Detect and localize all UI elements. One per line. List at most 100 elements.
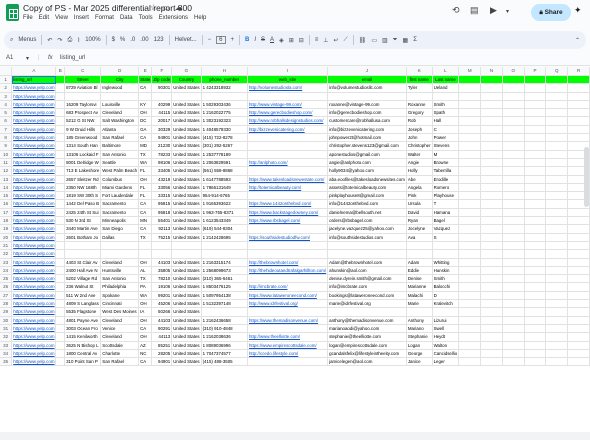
cell[interactable]: OH <box>138 316 153 325</box>
cell[interactable] <box>458 249 482 259</box>
cell[interactable]: Huntsville <box>100 266 140 276</box>
functions-icon[interactable]: Σ <box>413 37 417 43</box>
cell[interactable]: MN <box>138 216 153 226</box>
cell[interactable]: David <box>406 208 433 218</box>
cell[interactable] <box>545 241 569 251</box>
cell[interactable] <box>458 307 482 317</box>
cell[interactable] <box>502 175 525 184</box>
cell[interactable]: marianoaodi@yahoo.com <box>327 324 407 334</box>
cell[interactable] <box>327 307 407 317</box>
cell[interactable] <box>55 357 66 367</box>
zoom-select[interactable]: 100% <box>85 37 100 43</box>
cell[interactable] <box>55 349 66 359</box>
cell[interactable]: https://www.yelp.com <box>11 324 57 334</box>
cell[interactable]: CA <box>138 224 153 234</box>
column-header-f[interactable]: F <box>151 67 173 76</box>
cell[interactable]: United States <box>171 341 202 350</box>
cell[interactable] <box>55 100 66 110</box>
cell[interactable] <box>171 249 202 259</box>
borders-icon[interactable]: ⊞ <box>289 37 294 44</box>
cell[interactable]: https://www.takesloadsnewestate.com/ <box>247 175 329 184</box>
cell[interactable]: https://www.yelp.com <box>11 133 57 143</box>
cell[interactable]: https://www.yelp.com <box>11 341 57 350</box>
cell[interactable] <box>567 116 590 126</box>
cell[interactable]: 4801 Payne Ave <box>64 316 102 325</box>
row-header[interactable]: 28 <box>0 299 13 309</box>
star-icon[interactable]: ☆ <box>150 3 157 12</box>
cell[interactable]: 4403 St Clair Av <box>64 258 102 267</box>
cell[interactable] <box>480 324 503 334</box>
cell[interactable]: United States <box>171 175 202 184</box>
cell[interactable] <box>458 116 482 126</box>
cell[interactable]: bookings@lataweroneecond.com <box>327 291 407 301</box>
cell[interactable] <box>545 324 569 334</box>
cell[interactable] <box>406 249 433 259</box>
cell[interactable] <box>567 307 590 317</box>
cell[interactable]: Tyler <box>406 83 433 93</box>
cell[interactable] <box>480 316 503 325</box>
cell[interactable]: West Palm Beach <box>100 166 140 176</box>
cell[interactable]: Last name <box>432 75 460 85</box>
cell[interactable] <box>480 108 503 118</box>
cell[interactable]: Jocelyne <box>406 224 433 234</box>
cell[interactable] <box>480 241 503 251</box>
row-header[interactable]: 15 <box>0 191 13 201</box>
cell[interactable] <box>480 349 503 359</box>
cell[interactable] <box>524 224 547 234</box>
cell[interactable]: Erodille <box>432 175 460 184</box>
cell[interactable] <box>171 92 202 101</box>
cell[interactable] <box>524 258 547 267</box>
cell[interactable] <box>502 266 525 276</box>
cell[interactable] <box>502 357 525 367</box>
row-header[interactable]: 32 <box>0 332 13 342</box>
cell[interactable]: assets@totemicalbeauty.com <box>327 183 407 193</box>
cell[interactable]: https://www.yelp.com <box>11 316 57 325</box>
row-header[interactable]: 8 <box>0 133 13 143</box>
cell[interactable]: http://thehideoutandtrafalgarhillton.com… <box>247 266 329 276</box>
cell[interactable]: United States <box>171 332 202 342</box>
cell[interactable] <box>458 108 482 118</box>
cell[interactable]: danielnema@bellsouth.net <box>327 208 407 218</box>
undo-icon[interactable]: ↶ <box>47 37 52 44</box>
cloud-status-icon[interactable]: ☁ <box>175 3 183 12</box>
filter-views-icon[interactable]: ▦ <box>403 37 409 44</box>
cell[interactable]: Lizurui <box>432 316 460 325</box>
row-header[interactable]: 6 <box>0 116 13 126</box>
cell[interactable] <box>545 299 569 309</box>
cell[interactable]: United States <box>171 324 202 334</box>
row-header[interactable]: 5 <box>0 108 13 118</box>
cell[interactable] <box>502 274 525 284</box>
cell[interactable] <box>64 249 102 259</box>
cell[interactable]: http://totemicalbeauty.com/ <box>247 183 329 193</box>
cell[interactable]: https://www.yelp.com <box>11 299 57 309</box>
cell[interactable]: Eddie <box>406 266 433 276</box>
cell[interactable]: 94901 <box>151 133 173 143</box>
cell[interactable] <box>480 216 503 226</box>
cell[interactable]: United States <box>171 158 202 168</box>
cell[interactable] <box>545 341 569 350</box>
cell[interactable] <box>458 208 482 218</box>
cell[interactable] <box>327 92 407 101</box>
cell[interactable]: first name <box>406 75 433 85</box>
cell[interactable] <box>545 258 569 267</box>
cell[interactable]: jacelyne.vazquez25@yahoo.com <box>327 224 407 234</box>
cell[interactable] <box>502 158 525 168</box>
cell[interactable]: City <box>100 75 140 85</box>
cell[interactable]: https://www.yelp.com <box>11 249 57 259</box>
cell[interactable]: http://ccedo.lifestyle.com/ <box>247 349 329 359</box>
increase-decimal-button[interactable]: .00 <box>140 37 148 43</box>
cell[interactable]: 33315 <box>151 191 173 201</box>
cell[interactable]: https://www.yelp.com <box>11 125 57 135</box>
cell[interactable]: listing_url <box>11 75 57 85</box>
cell[interactable] <box>524 233 547 242</box>
row-header[interactable]: 30 <box>0 316 13 325</box>
cell[interactable] <box>524 199 547 209</box>
cell[interactable]: OH <box>138 332 153 342</box>
cell[interactable]: FL <box>138 166 153 176</box>
cell[interactable] <box>545 125 569 135</box>
cell[interactable] <box>545 83 569 93</box>
cell[interactable]: 1 963-755-8371 <box>201 208 248 218</box>
cell[interactable] <box>247 133 329 143</box>
row-header[interactable]: 26 <box>0 282 13 292</box>
cell[interactable]: United States <box>171 266 202 276</box>
